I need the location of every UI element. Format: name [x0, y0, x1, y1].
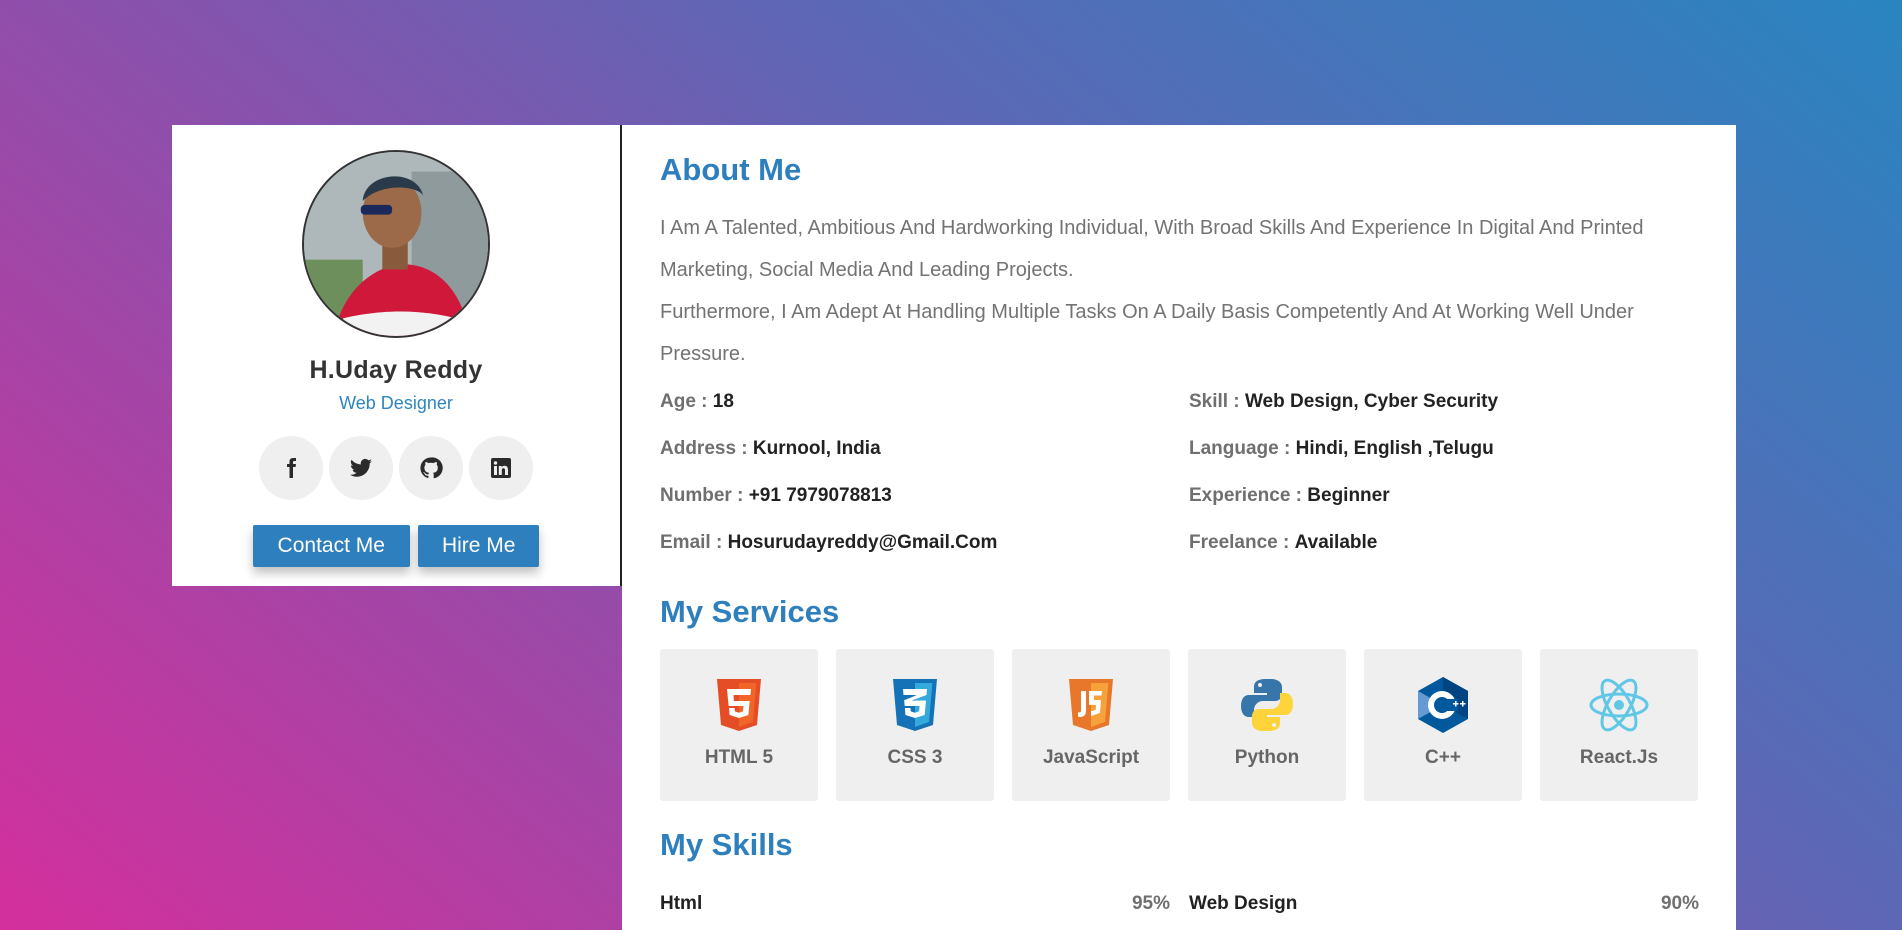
info-age: Age : 18 — [660, 389, 1189, 415]
react-icon — [1587, 673, 1651, 737]
info-label: Language : — [1189, 438, 1291, 459]
twitter-icon — [350, 458, 372, 477]
profile-name: H.Uday Reddy — [309, 356, 483, 384]
info-value: Kurnool, India — [752, 438, 881, 459]
skill-name: Html — [660, 893, 703, 914]
skill-row: Html 95% — [660, 893, 1170, 915]
info-label: Experience : — [1189, 485, 1302, 506]
info-label: Address : — [660, 438, 748, 459]
service-html5[interactable]: HTML 5 — [660, 649, 818, 801]
info-value: 18 — [712, 391, 734, 412]
css3-icon — [883, 673, 947, 737]
info-label: Email : — [660, 532, 723, 553]
linkedin-link[interactable] — [469, 436, 533, 500]
service-label: CSS 3 — [887, 747, 943, 768]
info-label: Freelance : — [1189, 532, 1290, 553]
linkedin-icon — [491, 458, 511, 478]
info-value: Available — [1294, 532, 1378, 553]
profile-role: Web Designer — [339, 393, 453, 413]
javascript-icon — [1059, 673, 1123, 737]
about-paragraph-2: Furthermore, I Am Adept At Handling Mult… — [660, 301, 1634, 365]
services-title: My Services — [660, 594, 840, 629]
service-cplusplus[interactable]: C++ — [1364, 649, 1522, 801]
social-links — [172, 436, 620, 500]
contact-me-button[interactable]: Contact Me — [252, 525, 410, 567]
info-value: Web Design, Cyber Security — [1244, 391, 1499, 412]
service-react[interactable]: React.Js — [1540, 649, 1698, 801]
avatar-photo — [304, 152, 488, 336]
skills-title: My Skills — [660, 827, 793, 862]
github-link[interactable] — [399, 436, 463, 500]
skill-name: Web Design — [1189, 893, 1298, 914]
cplusplus-icon — [1411, 673, 1475, 737]
github-icon — [420, 457, 443, 479]
info-number: Number : +91 7979078813 — [660, 483, 1189, 509]
info-skill: Skill : Web Design, Cyber Security — [1189, 389, 1689, 415]
facebook-link[interactable] — [259, 436, 323, 500]
service-label: React.Js — [1579, 747, 1659, 768]
info-value: Beginner — [1307, 485, 1390, 506]
service-label: Python — [1234, 747, 1300, 768]
info-experience: Experience : Beginner — [1189, 483, 1689, 509]
profile-actions: Contact Me Hire Me — [172, 525, 620, 567]
info-value: +91 7979078813 — [748, 485, 892, 506]
service-label: JavaScript — [1042, 747, 1140, 768]
avatar — [302, 150, 490, 338]
skill-percent: 95% — [1131, 893, 1170, 914]
service-python[interactable]: Python — [1188, 649, 1346, 801]
skills-list: Html 95% Web Design 90% — [660, 893, 1699, 915]
info-label: Number : — [660, 485, 744, 506]
about-text: I Am A Talented, Ambitious And Hardworki… — [660, 207, 1698, 375]
service-label: C++ — [1425, 747, 1461, 768]
skill-row: Web Design 90% — [1189, 893, 1699, 915]
service-javascript[interactable]: JavaScript — [1012, 649, 1170, 801]
info-value: Hindi, English ,Telugu — [1295, 438, 1494, 459]
facebook-icon — [287, 458, 296, 478]
skill-percent: 90% — [1660, 893, 1699, 914]
service-label: HTML 5 — [704, 747, 774, 768]
info-label: Age : — [660, 391, 708, 412]
hire-me-button[interactable]: Hire Me — [417, 525, 540, 567]
html5-icon — [707, 673, 771, 737]
info-language: Language : Hindi, English ,Telugu — [1189, 436, 1689, 462]
profile-card: H.Uday Reddy Web Designer Contact Me Hir… — [172, 125, 622, 586]
python-icon — [1235, 673, 1299, 737]
services-list: HTML 5 CSS 3 JavaScript Python C++ React… — [660, 649, 1698, 801]
info-label: Skill : — [1189, 391, 1240, 412]
info-grid: Age : 18 Skill : Web Design, Cyber Secur… — [660, 389, 1698, 556]
info-value: Hosurudayreddy@Gmail.Com — [727, 532, 998, 553]
about-title: About Me — [660, 152, 802, 187]
info-email: Email : Hosurudayreddy@Gmail.Com — [660, 530, 1189, 556]
about-paragraph-1: I Am A Talented, Ambitious And Hardworki… — [660, 217, 1644, 281]
info-freelance: Freelance : Available — [1189, 530, 1689, 556]
service-css3[interactable]: CSS 3 — [836, 649, 994, 801]
main-panel: About Me I Am A Talented, Ambitious And … — [622, 125, 1736, 930]
info-address: Address : Kurnool, India — [660, 436, 1189, 462]
twitter-link[interactable] — [329, 436, 393, 500]
